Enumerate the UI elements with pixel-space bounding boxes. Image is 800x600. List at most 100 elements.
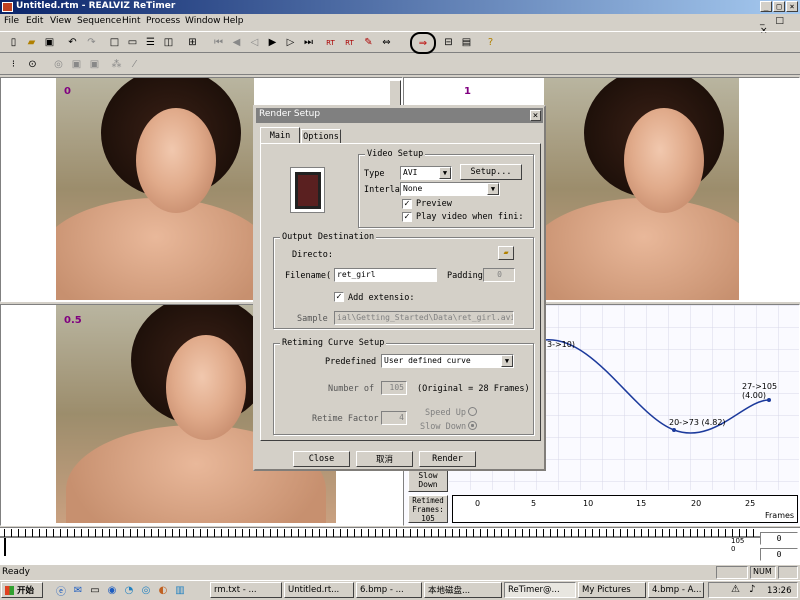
task-4bmp[interactable]: 4.bmp - A... [648,582,704,598]
select-grid-icon[interactable]: ⁝ [5,56,22,73]
tool-c-icon[interactable]: ▣ [86,56,103,73]
tool-a-icon[interactable]: ◎ [50,56,67,73]
open-folder-icon[interactable]: ▰ [23,34,40,51]
close-window-button[interactable]: × [786,1,798,12]
task-retimer[interactable]: ReTimer@... [504,582,576,598]
help-icon[interactable]: ? [482,34,499,51]
rt-icon-2[interactable]: RT [341,34,358,51]
task-my-pictures[interactable]: My Pictures [578,582,646,598]
step-forward-icon[interactable]: ▷ [282,34,299,51]
menu-edit[interactable]: Edit [26,16,43,26]
setup-button[interactable]: Setup... [460,164,522,180]
number-of-input[interactable]: 105 [381,381,407,395]
quicklaunch-d-icon[interactable]: ◐ [155,582,171,598]
quicklaunch-b-icon[interactable]: ◔ [121,582,137,598]
quicklaunch-ie-icon[interactable]: ⓔ [53,582,69,598]
curve-label-p1: 3->10) [547,340,575,349]
sample-label: Sample [297,314,328,324]
task-local-disk[interactable]: 本地磁盘... [424,582,502,598]
menu-view[interactable]: View [50,16,71,26]
task-label: rm.txt - ... [214,585,257,595]
layout-double-icon[interactable]: ▭ [124,34,141,51]
layout-grid-icon[interactable]: ⊞ [184,34,201,51]
render-icon[interactable]: ⇒ [410,32,436,54]
menu-window[interactable]: Window [185,16,221,26]
padding-input[interactable]: 0 [483,268,515,282]
retimed-value: 105 [421,514,435,523]
tab-options[interactable]: Options [301,129,341,143]
step-back-icon[interactable]: ◁ [246,34,263,51]
timeline-start-marker[interactable] [4,538,8,556]
layout-rows-icon[interactable]: ☰ [142,34,159,51]
filename-input[interactable]: ret_girl [334,268,437,282]
maximize-button[interactable]: □ [773,1,785,12]
type-select[interactable]: AVI ▼ [400,166,452,180]
curve-icon[interactable]: ✎ [360,34,377,51]
menu-sequence[interactable]: Sequence [77,16,121,26]
arrows-icon[interactable]: ⇔ [378,34,395,51]
tab-main[interactable]: Main [260,127,300,143]
preview-checkbox[interactable]: ✓ [402,199,412,209]
grid-view-icon[interactable]: ⊟ [440,34,457,51]
save-icon[interactable]: ▣ [41,34,58,51]
rt-icon-1[interactable]: RT [322,34,339,51]
dialog-close-icon[interactable]: × [530,110,541,121]
slow-down-box[interactable]: Slow Down [408,470,448,492]
undo-icon[interactable]: ↶ [64,34,81,51]
retimed-line2: Frames: [412,505,444,514]
chevron-down-icon: ▼ [487,183,499,195]
target-icon[interactable]: ⊙ [24,56,41,73]
timeline[interactable]: 105 0 0 0 [0,527,800,565]
render-button[interactable]: Render [419,451,476,467]
film-strip-icon [290,167,325,213]
quicklaunch-e-icon[interactable]: ▥ [172,582,188,598]
task-rm-txt[interactable]: rm.txt - ... [210,582,282,598]
menu-hint[interactable]: Hint [122,16,141,26]
task-untitled[interactable]: Untitled.rt... [284,582,354,598]
play-icon[interactable]: ▶ [264,34,281,51]
quicklaunch-outlook-icon[interactable]: ✉ [70,582,86,598]
menu-file[interactable]: File [4,16,19,26]
predefined-label: Predefined [325,357,377,367]
tool-e-icon[interactable]: ⁄ [126,56,143,73]
redo-icon[interactable]: ↷ [83,34,100,51]
tool-d-icon[interactable]: ⁂ [108,56,125,73]
layout-single-icon[interactable]: □ [106,34,123,51]
play-video-checkbox[interactable]: ✓ [402,212,412,222]
first-frame-icon[interactable]: ⏮ [210,34,227,51]
chevron-down-icon: ▼ [501,355,513,367]
menu-help[interactable]: Help [223,16,244,26]
quicklaunch-c-icon[interactable]: ◎ [138,582,154,598]
tool-b-icon[interactable]: ▣ [68,56,85,73]
menu-process[interactable]: Process [146,16,180,26]
new-file-icon[interactable]: ▯ [5,34,22,51]
output-icon[interactable]: ▤ [458,34,475,51]
tray-warning-icon[interactable]: ⚠ [731,584,740,595]
cancel-button-label: 取消 [375,455,393,465]
speed-up-radio[interactable] [468,407,477,416]
slow-down-radio[interactable] [468,421,477,430]
tray-volume-icon[interactable]: ♪ [749,584,755,595]
axis-tick-10: 10 [583,499,594,508]
timeline-field-2[interactable]: 0 [760,548,798,561]
quicklaunch-desktop-icon[interactable]: ▭ [87,582,103,598]
start-button[interactable]: 开始 [1,582,43,598]
retime-factor-input[interactable]: 4 [381,411,407,425]
predefined-select[interactable]: User defined curve ▼ [381,354,514,368]
cancel-button[interactable]: 取消 [356,451,413,467]
add-extension-checkbox[interactable]: ✓ [334,292,344,302]
minimize-button[interactable]: _ [760,1,772,12]
curve-point-2[interactable] [672,428,676,432]
interlace-select[interactable]: None ▼ [400,182,500,196]
task-6bmp[interactable]: 6.bmp - ... [356,582,422,598]
layout-split-icon[interactable]: ◫ [160,34,177,51]
last-frame-icon[interactable]: ⏭ [300,34,317,51]
quicklaunch-a-icon[interactable]: ◉ [104,582,120,598]
video-setup-title: Video Setup [365,149,426,159]
prev-frame-icon[interactable]: ◀ [228,34,245,51]
timeline-field-1[interactable]: 0 [760,532,798,545]
retiming-curve-title: Retiming Curve Setup [280,338,387,348]
browse-folder-icon[interactable]: ▰ [498,246,514,260]
close-button[interactable]: Close [293,451,350,467]
type-label: Type [364,169,385,179]
